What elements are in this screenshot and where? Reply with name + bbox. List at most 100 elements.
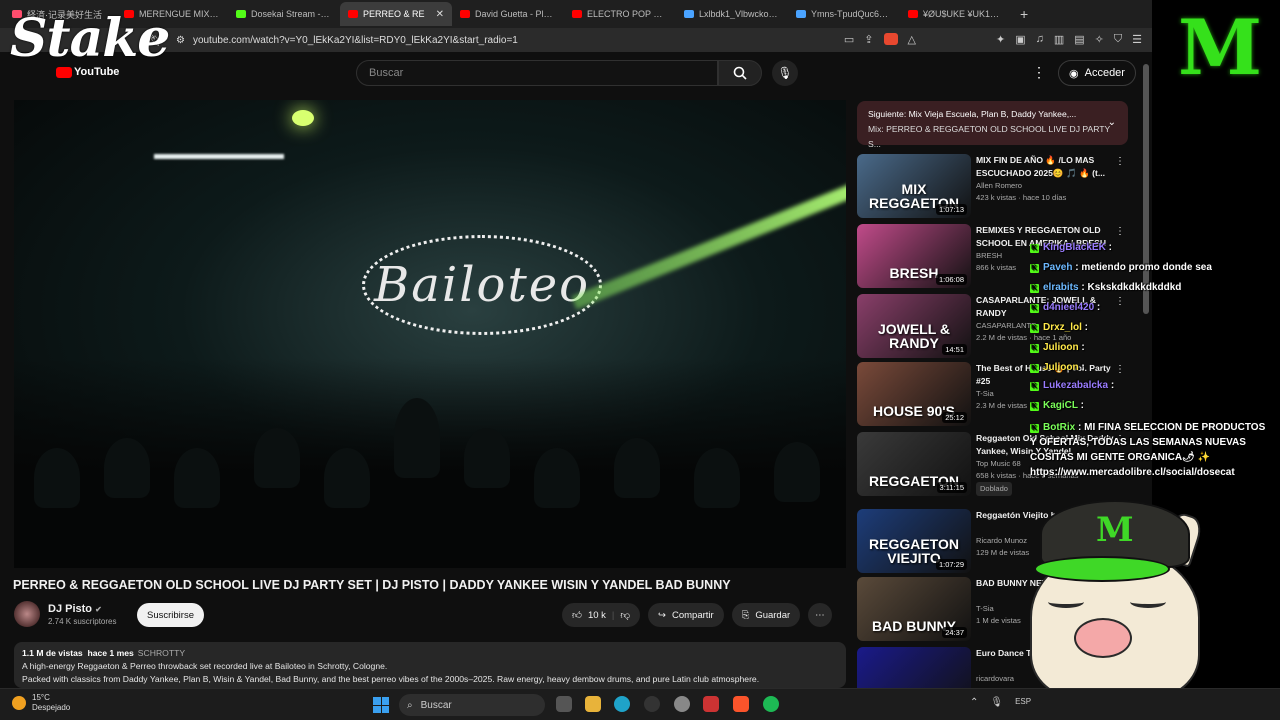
search-button[interactable] [718, 60, 762, 86]
video-thumbnail[interactable]: HOUSE 90'S 25:12 [857, 362, 971, 426]
subscriber-count: 2.74 K suscriptores [48, 616, 117, 626]
thumbs-down-icon[interactable]: 👎︎ [620, 609, 630, 621]
up-next-subtitle: Mix: PERREO & REGGAETON OLD SCHOOL LIVE … [868, 124, 1111, 149]
url-field[interactable]: ⚙︎ youtube.com/watch?v=Y0_lEkKa2YI&list=… [176, 31, 776, 49]
browser-tab-bar: 経済·记录美好生活MERENGUE MIX 2025Dosekai Stream… [0, 0, 1152, 28]
app-icon[interactable] [644, 696, 660, 712]
chat-username[interactable]: Julioon [1043, 362, 1079, 373]
browser-tab[interactable]: David Guetta - Play H [452, 2, 564, 26]
screenshot-icon[interactable]: ▣ [1015, 33, 1025, 46]
leo-icon[interactable]: ✧ [1095, 33, 1104, 46]
chrome-icon[interactable] [674, 696, 690, 712]
browser-tab[interactable]: Dosekai Stream - Wat [228, 2, 340, 26]
start-button[interactable] [373, 697, 389, 713]
kick-badge-icon: K [1030, 244, 1039, 253]
browser-tab[interactable]: ELECTRO POP MIX 20 [564, 2, 676, 26]
video-thumbnail[interactable]: MIX REGGAETON 1:07:13 [857, 154, 971, 218]
media-icon[interactable]: ♫ [1036, 33, 1044, 46]
tab-favicon-icon [684, 10, 694, 18]
video-thumbnail[interactable]: JOWELL & RANDY 14:51 [857, 294, 971, 358]
video-thumbnail[interactable]: BRESH 1:06:08 [857, 224, 971, 288]
search-input[interactable]: Buscar [356, 60, 718, 86]
view-count: 1.1 M de vistas [22, 648, 83, 658]
hashtag[interactable]: SCHROTTY [138, 648, 185, 658]
language-indicator[interactable]: ESP [1015, 697, 1031, 708]
new-tab-button[interactable]: + [1012, 6, 1036, 22]
video-thumbnail[interactable]: REGGAETON VIEJITO 1:07:29 [857, 509, 971, 573]
rewards-icon[interactable]: △ [908, 33, 916, 46]
video-description[interactable]: 1.1 M de vistas hace 1 mes SCHROTTY A hig… [14, 642, 846, 688]
chat-message: K Drxz_lol : [1030, 322, 1089, 333]
wallet-icon[interactable]: ▤ [1074, 33, 1084, 46]
video-thumbnail[interactable]: REGGAETON 3:11:15 [857, 432, 971, 496]
chevron-down-icon[interactable]: ⌄ [1108, 115, 1116, 130]
voice-search-button[interactable]: 🎙︎ [772, 60, 798, 86]
share-button[interactable]: ↪ Compartir [648, 603, 724, 627]
chat-username[interactable]: d4nieel420 [1043, 302, 1094, 313]
taskbar-search[interactable]: ⌕ Buscar [399, 694, 545, 716]
video-player[interactable]: Bailoteo [14, 100, 846, 568]
youtube-logo[interactable]: YouTube [56, 66, 119, 78]
cap-logo: M [1096, 510, 1134, 550]
subscribe-button[interactable]: Suscribirse [137, 603, 204, 627]
kick-badge-icon: K [1030, 304, 1039, 313]
site-settings-icon[interactable]: ⚙︎ [176, 35, 185, 46]
chat-username[interactable]: BotRix [1043, 422, 1075, 433]
weather-widget[interactable]: 15°C Despejado [12, 693, 70, 713]
up-next-panel[interactable]: Siguiente: Mix Vieja Escuela, Plan B, Da… [857, 101, 1128, 149]
sidebar-icon[interactable]: ▥ [1054, 33, 1064, 46]
recommended-video[interactable]: BRESH 1:06:08 REMIXES Y REGGAETON OLD SCHO… [857, 224, 1127, 288]
settings-more-icon[interactable]: ⋮ [1032, 64, 1046, 81]
chat-username[interactable]: KagiCL [1043, 400, 1078, 411]
browser-tab[interactable]: Ymns-TpudQuc6FUh [788, 2, 900, 26]
monster-logo: M [1178, 3, 1262, 92]
edge-icon[interactable] [614, 696, 630, 712]
video-menu-icon[interactable]: ⋮ [1115, 296, 1125, 307]
tray-expand-icon[interactable]: ⌃ [970, 697, 978, 708]
close-tab-icon[interactable]: ✕ [436, 9, 444, 20]
like-button[interactable]: 👍︎ 10 k | 👎︎ [562, 603, 641, 627]
mic-tray-icon[interactable]: 🎙︎ [990, 697, 1003, 708]
vpn-app-icon[interactable] [703, 696, 719, 712]
scrollbar-thumb[interactable] [1143, 64, 1149, 314]
recommended-video[interactable]: HOUSE 90'S 25:12 The Best of House 🔥 | Vol… [857, 362, 1127, 426]
video-menu-icon[interactable]: ⋮ [1115, 364, 1125, 375]
video-menu-icon[interactable]: ⋮ [1115, 156, 1125, 167]
browser-tab[interactable]: Lxlbdk1_Vlbwcko/Ymn [676, 2, 788, 26]
menu-icon[interactable]: ☰ [1132, 33, 1142, 46]
recommended-title[interactable]: MIX FIN DE AÑO 🔥 /LO MAS ESCUCHADO 2025😊… [976, 154, 1116, 180]
save-button[interactable]: ⎘ Guardar [731, 603, 801, 627]
chat-username[interactable]: elrabits [1043, 282, 1079, 293]
channel-avatar[interactable] [14, 601, 40, 627]
youtube-header: Buscar 🎙︎ ⋮ ◉ Acceder [0, 52, 1152, 94]
extensions-icon[interactable]: ✦ [996, 33, 1005, 46]
browser-tab[interactable]: ¥ØU$UKE ¥UK1MAT$ [900, 2, 1012, 26]
chat-username[interactable]: Drxz_lol [1043, 322, 1082, 333]
signin-button[interactable]: ◉ Acceder [1058, 60, 1136, 86]
channel-name[interactable]: DJ Pisto ✔ [48, 603, 116, 615]
mic-icon: 🎙︎ [777, 66, 793, 80]
video-menu-icon[interactable]: ⋮ [1115, 226, 1125, 237]
install-icon[interactable]: ▭ [844, 33, 854, 46]
more-actions-button[interactable]: ⋯ [808, 603, 832, 627]
share-icon[interactable]: ⇪ [864, 33, 873, 46]
recommended-channel[interactable]: Allen Romero [976, 180, 1116, 192]
chat-username[interactable]: Paveh [1043, 262, 1072, 273]
url-text: youtube.com/watch?v=Y0_lEkKa2YI&list=RDY… [192, 34, 518, 46]
file-explorer-icon[interactable] [585, 696, 601, 712]
tab-favicon-icon [460, 10, 470, 18]
task-view-icon[interactable] [556, 696, 572, 712]
tab-label: ¥ØU$UKE ¥UK1MAT$ [923, 9, 1004, 19]
brave-icon[interactable] [733, 696, 749, 712]
spotify-icon[interactable] [763, 696, 779, 712]
browser-tab[interactable]: PERREO & RE ✕ [340, 2, 452, 26]
vpn-icon[interactable]: ⛉ [1114, 33, 1122, 46]
video-thumbnail[interactable]: BAD BUNNY 24:37 [857, 577, 971, 641]
recommended-video[interactable]: MIX REGGAETON 1:07:13 MIX FIN DE AÑO 🔥 /LO… [857, 154, 1127, 218]
windows-taskbar: 15°C Despejado ⌕ Buscar ⌃ 🎙︎ ESP [0, 688, 1280, 720]
chat-username[interactable]: KingBlackEK [1043, 242, 1106, 253]
up-next-title: Siguiente: Mix Vieja Escuela, Plan B, Da… [868, 109, 1077, 119]
chat-username[interactable]: Lukezabalcka [1043, 380, 1108, 391]
brave-shield-icon[interactable] [883, 33, 898, 45]
chat-username[interactable]: Julioon [1043, 342, 1079, 353]
